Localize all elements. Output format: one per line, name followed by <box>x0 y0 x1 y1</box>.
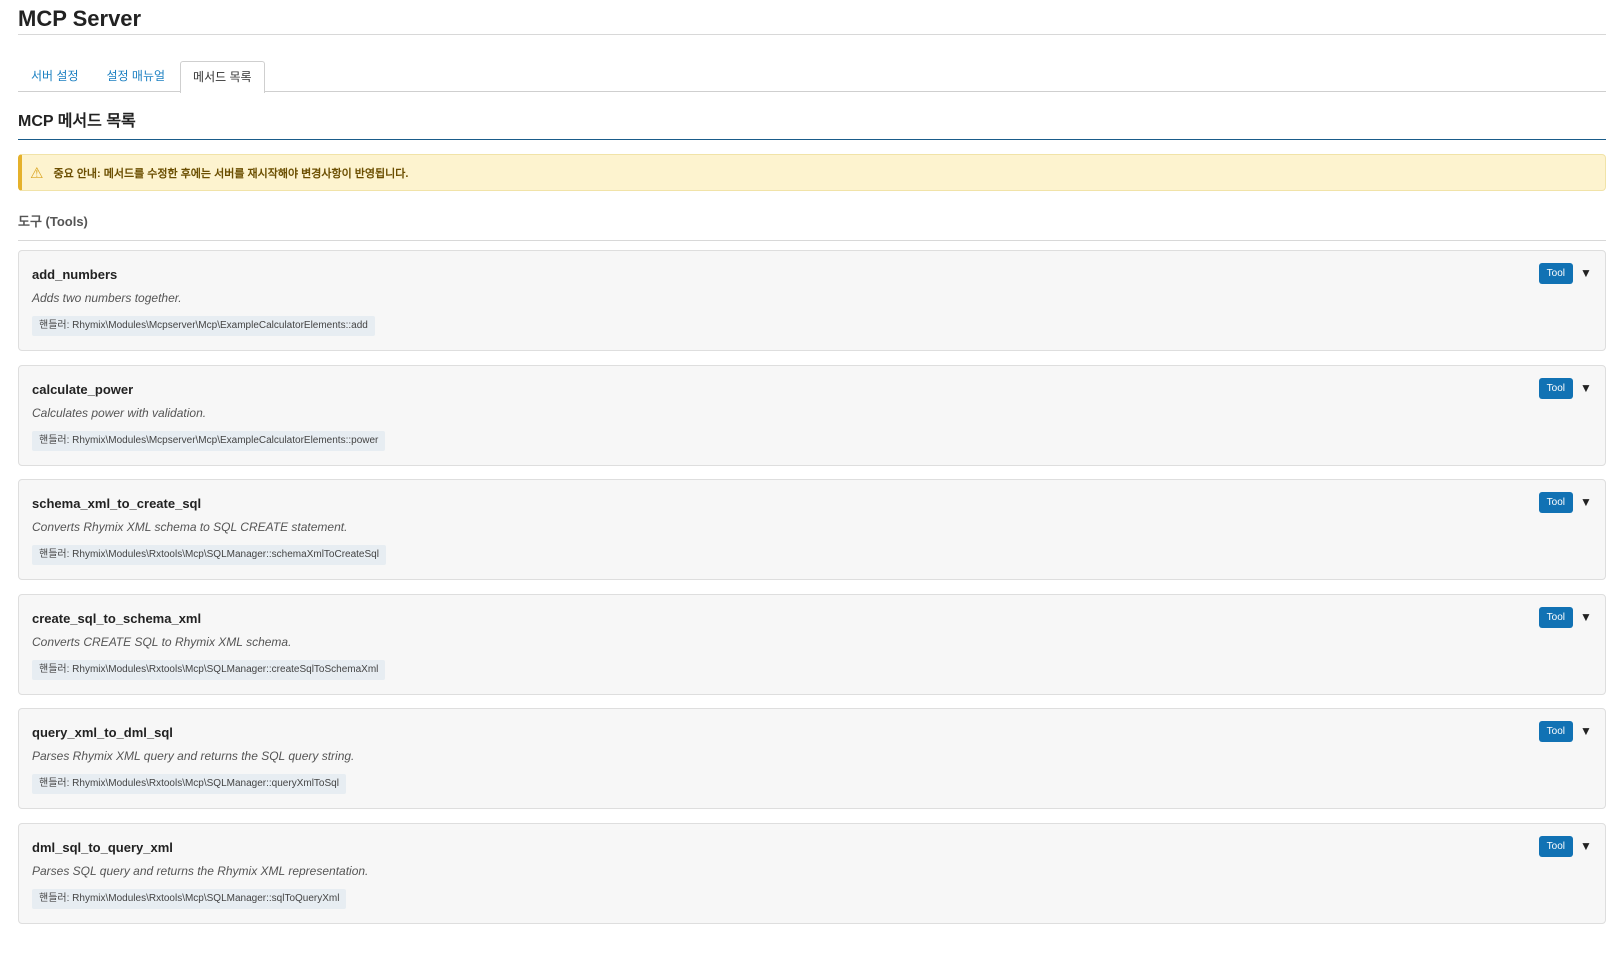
tool-badge: Tool <box>1538 606 1573 628</box>
tool-description: Parses Rhymix XML query and returns the … <box>32 749 355 763</box>
tool-description: Adds two numbers together. <box>32 291 182 305</box>
tool-handler: 핸들러: Rhymix\Modules\Mcpserver\Mcp\Exampl… <box>32 316 375 336</box>
notice-text: 중요 안내: 메서드를 수정한 후에는 서버를 재시작해야 변경사항이 반영됩니… <box>53 167 409 180</box>
tool-handler: 핸들러: Rhymix\Modules\Rxtools\Mcp\SQLManag… <box>32 659 386 680</box>
section-title: MCP 메서드 목록 <box>18 112 1606 140</box>
tool-list: add_numbers Adds two numbers together. 핸… <box>18 250 1606 924</box>
tool-name: add_numbers <box>32 267 118 282</box>
tool-name: query_xml_to_dml_sql <box>32 725 173 740</box>
tool-description: Converts CREATE SQL to Rhymix XML schema… <box>32 634 292 649</box>
tool-handler: 핸들러: Rhymix\Modules\Rxtools\Mcp\SQLManag… <box>32 774 346 794</box>
tool-badge: Tool <box>1538 721 1573 742</box>
tool-card: dml_sql_to_query_xml Parses SQL query an… <box>18 822 1606 924</box>
restart-notice: ⚠ 중요 안내: 메서드를 수정한 후에는 서버를 재시작해야 변경사항이 반영… <box>18 154 1606 191</box>
tool-handler: 핸들러: Rhymix\Modules\Rxtools\Mcp\SQLManag… <box>32 545 386 565</box>
tool-name: schema_xml_to_create_sql <box>32 496 202 511</box>
warning-icon: ⚠ <box>30 164 44 182</box>
page-title: MCP Server <box>18 0 1606 35</box>
tool-handler: 핸들러: Rhymix\Modules\Rxtools\Mcp\SQLManag… <box>32 888 347 909</box>
tab-settings-manual[interactable]: 설정 매뉴얼 <box>94 60 179 92</box>
expand-toggle-icon[interactable]: ▼ <box>1579 494 1593 510</box>
tool-badge: Tool <box>1538 263 1573 284</box>
tool-description: Converts Rhymix XML schema to SQL CREATE… <box>32 520 348 534</box>
page: MCP Server 서버 설정 설정 매뉴얼 메서드 목록 MCP 메서드 목… <box>0 0 1623 924</box>
tool-handler: 핸들러: Rhymix\Modules\Mcpserver\Mcp\Exampl… <box>32 430 386 451</box>
tool-badge: Tool <box>1538 377 1573 399</box>
tool-name: dml_sql_to_query_xml <box>32 839 173 855</box>
tool-card: calculate_power Calculates power with va… <box>18 364 1606 466</box>
expand-toggle-icon[interactable]: ▼ <box>1579 380 1593 396</box>
tool-description: Parses SQL query and returns the Rhymix … <box>32 863 369 878</box>
tool-description: Calculates power with validation. <box>32 405 207 420</box>
tools-group-title: 도구 (Tools) <box>18 215 1606 241</box>
expand-toggle-icon[interactable]: ▼ <box>1579 723 1593 739</box>
tool-card: query_xml_to_dml_sql Parses Rhymix XML q… <box>18 708 1606 809</box>
tab-bar: 서버 설정 설정 매뉴얼 메서드 목록 <box>18 60 1606 93</box>
tool-badge: Tool <box>1538 492 1573 513</box>
tool-card: create_sql_to_schema_xml Converts CREATE… <box>18 593 1606 695</box>
tool-badge: Tool <box>1538 835 1573 857</box>
tool-name: calculate_power <box>32 381 134 397</box>
tool-card: add_numbers Adds two numbers together. 핸… <box>18 250 1606 351</box>
tool-name: create_sql_to_schema_xml <box>32 610 202 626</box>
tool-card: schema_xml_to_create_sql Converts Rhymix… <box>18 479 1606 580</box>
expand-toggle-icon[interactable]: ▼ <box>1579 838 1593 854</box>
expand-toggle-icon[interactable]: ▼ <box>1579 609 1593 625</box>
tab-server-settings[interactable]: 서버 설정 <box>18 60 92 92</box>
tab-method-list[interactable]: 메서드 목록 <box>180 61 265 93</box>
expand-toggle-icon[interactable]: ▼ <box>1579 265 1593 281</box>
